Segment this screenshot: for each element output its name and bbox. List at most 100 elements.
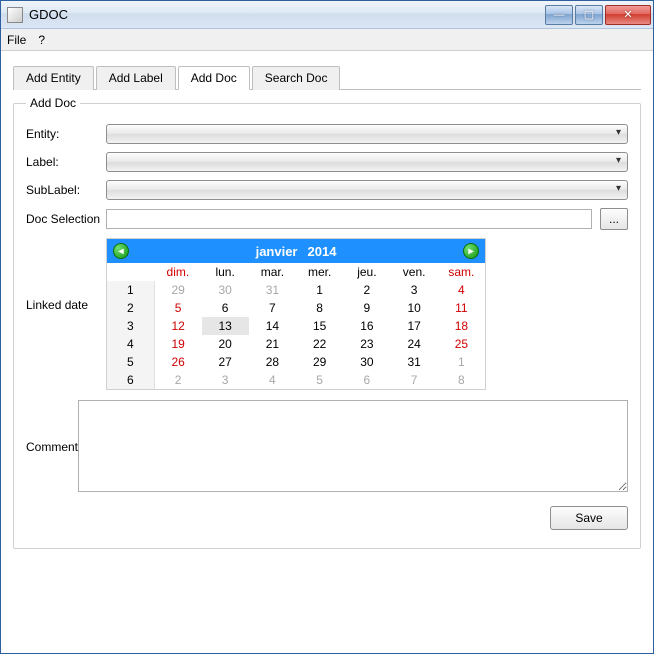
row-label: Label:: [26, 152, 628, 172]
arrow-left-icon: ◂: [118, 246, 123, 257]
menu-help[interactable]: ?: [38, 33, 45, 47]
row-linked-date: Linked date ◂ janvier 2014 ▸: [26, 238, 628, 390]
calendar-day[interactable]: 11: [438, 299, 485, 317]
calendar-week-number: 2: [107, 299, 154, 317]
calendar-day[interactable]: 3: [391, 281, 438, 299]
calendar-day[interactable]: 4: [249, 371, 296, 389]
calendar-day[interactable]: 1: [296, 281, 343, 299]
calendar-day[interactable]: 25: [438, 335, 485, 353]
calendar-day[interactable]: 31: [249, 281, 296, 299]
menu-file[interactable]: File: [7, 33, 26, 47]
label-sublabel: SubLabel:: [26, 183, 106, 197]
calendar-day[interactable]: 9: [343, 299, 390, 317]
entity-combo[interactable]: [106, 124, 628, 144]
calendar-day[interactable]: 7: [391, 371, 438, 389]
calendar-day[interactable]: 5: [154, 299, 201, 317]
calendar-day[interactable]: 21: [249, 335, 296, 353]
calendar-day[interactable]: 8: [296, 299, 343, 317]
row-save: Save: [26, 506, 628, 530]
calendar-title[interactable]: janvier 2014: [256, 244, 337, 259]
maximize-button[interactable]: ▢: [575, 5, 603, 25]
calendar-prev-button[interactable]: ◂: [113, 243, 129, 259]
calendar-day[interactable]: 28: [249, 353, 296, 371]
tab-search-doc[interactable]: Search Doc: [252, 66, 341, 90]
calendar-day[interactable]: 4: [438, 281, 485, 299]
calendar-week-number: 3: [107, 317, 154, 335]
calendar-week-header: [107, 263, 154, 281]
calendar-day[interactable]: 30: [343, 353, 390, 371]
window-buttons: — ▢ ✕: [543, 5, 651, 25]
calendar: ◂ janvier 2014 ▸ dim.lun.mar.mer.jeu.: [106, 238, 486, 390]
calendar-day[interactable]: 7: [249, 299, 296, 317]
calendar-day-header: lun.: [202, 263, 249, 281]
calendar-day[interactable]: 23: [343, 335, 390, 353]
app-window: GDOC — ▢ ✕ File ? Add Entity Add Label A…: [0, 0, 654, 654]
titlebar: GDOC — ▢ ✕: [1, 1, 653, 29]
calendar-day-header: dim.: [154, 263, 201, 281]
label-comment: Comment: [26, 400, 78, 492]
calendar-day[interactable]: 6: [202, 299, 249, 317]
calendar-day[interactable]: 22: [296, 335, 343, 353]
calendar-day[interactable]: 12: [154, 317, 201, 335]
calendar-day[interactable]: 18: [438, 317, 485, 335]
save-button[interactable]: Save: [550, 506, 628, 530]
calendar-next-button[interactable]: ▸: [463, 243, 479, 259]
calendar-day[interactable]: 1: [438, 353, 485, 371]
app-icon: [7, 7, 23, 23]
calendar-month: janvier: [256, 244, 298, 259]
calendar-day[interactable]: 16: [343, 317, 390, 335]
tab-add-label[interactable]: Add Label: [96, 66, 176, 90]
calendar-day[interactable]: 10: [391, 299, 438, 317]
calendar-day[interactable]: 30: [202, 281, 249, 299]
close-button[interactable]: ✕: [605, 5, 651, 25]
menubar: File ?: [1, 29, 653, 51]
calendar-day[interactable]: 20: [202, 335, 249, 353]
docsel-input[interactable]: [106, 209, 592, 229]
save-button-label: Save: [575, 511, 602, 525]
calendar-day[interactable]: 8: [438, 371, 485, 389]
row-sublabel: SubLabel:: [26, 180, 628, 200]
calendar-year: 2014: [308, 244, 337, 259]
calendar-week-number: 1: [107, 281, 154, 299]
calendar-day[interactable]: 24: [391, 335, 438, 353]
label-entity: Entity:: [26, 127, 106, 141]
calendar-day[interactable]: 29: [154, 281, 201, 299]
arrow-right-icon: ▸: [468, 246, 473, 257]
calendar-day[interactable]: 29: [296, 353, 343, 371]
minimize-button[interactable]: —: [545, 5, 573, 25]
tab-panel: Add Doc Entity: Label: SubLabel: Doc Sel…: [13, 90, 641, 549]
row-comment: Comment: [26, 400, 628, 492]
calendar-day[interactable]: 6: [343, 371, 390, 389]
calendar-day[interactable]: 13: [202, 317, 249, 335]
calendar-day[interactable]: 3: [202, 371, 249, 389]
calendar-week-number: 4: [107, 335, 154, 353]
calendar-day[interactable]: 31: [391, 353, 438, 371]
calendar-day[interactable]: 26: [154, 353, 201, 371]
calendar-day[interactable]: 2: [154, 371, 201, 389]
tab-add-doc[interactable]: Add Doc: [178, 66, 250, 90]
tab-add-entity[interactable]: Add Entity: [13, 66, 94, 90]
add-doc-group: Add Doc Entity: Label: SubLabel: Doc Sel…: [13, 96, 641, 549]
calendar-day-header: mar.: [249, 263, 296, 281]
calendar-day[interactable]: 17: [391, 317, 438, 335]
calendar-day[interactable]: 19: [154, 335, 201, 353]
calendar-day[interactable]: 15: [296, 317, 343, 335]
tab-bar: Add Entity Add Label Add Doc Search Doc: [13, 65, 641, 90]
label-linked-date: Linked date: [26, 238, 106, 312]
calendar-day[interactable]: 27: [202, 353, 249, 371]
calendar-day-header: mer.: [296, 263, 343, 281]
label-combo[interactable]: [106, 152, 628, 172]
calendar-day[interactable]: 14: [249, 317, 296, 335]
sublabel-combo[interactable]: [106, 180, 628, 200]
row-docsel: Doc Selection ...: [26, 208, 628, 230]
row-entity: Entity:: [26, 124, 628, 144]
label-docsel: Doc Selection: [26, 212, 106, 226]
group-title: Add Doc: [26, 96, 80, 110]
calendar-day[interactable]: 2: [343, 281, 390, 299]
calendar-week-number: 5: [107, 353, 154, 371]
ellipsis-icon: ...: [609, 212, 619, 226]
browse-button[interactable]: ...: [600, 208, 628, 230]
calendar-day-header: jeu.: [343, 263, 390, 281]
comment-textarea[interactable]: [78, 400, 628, 492]
calendar-day[interactable]: 5: [296, 371, 343, 389]
